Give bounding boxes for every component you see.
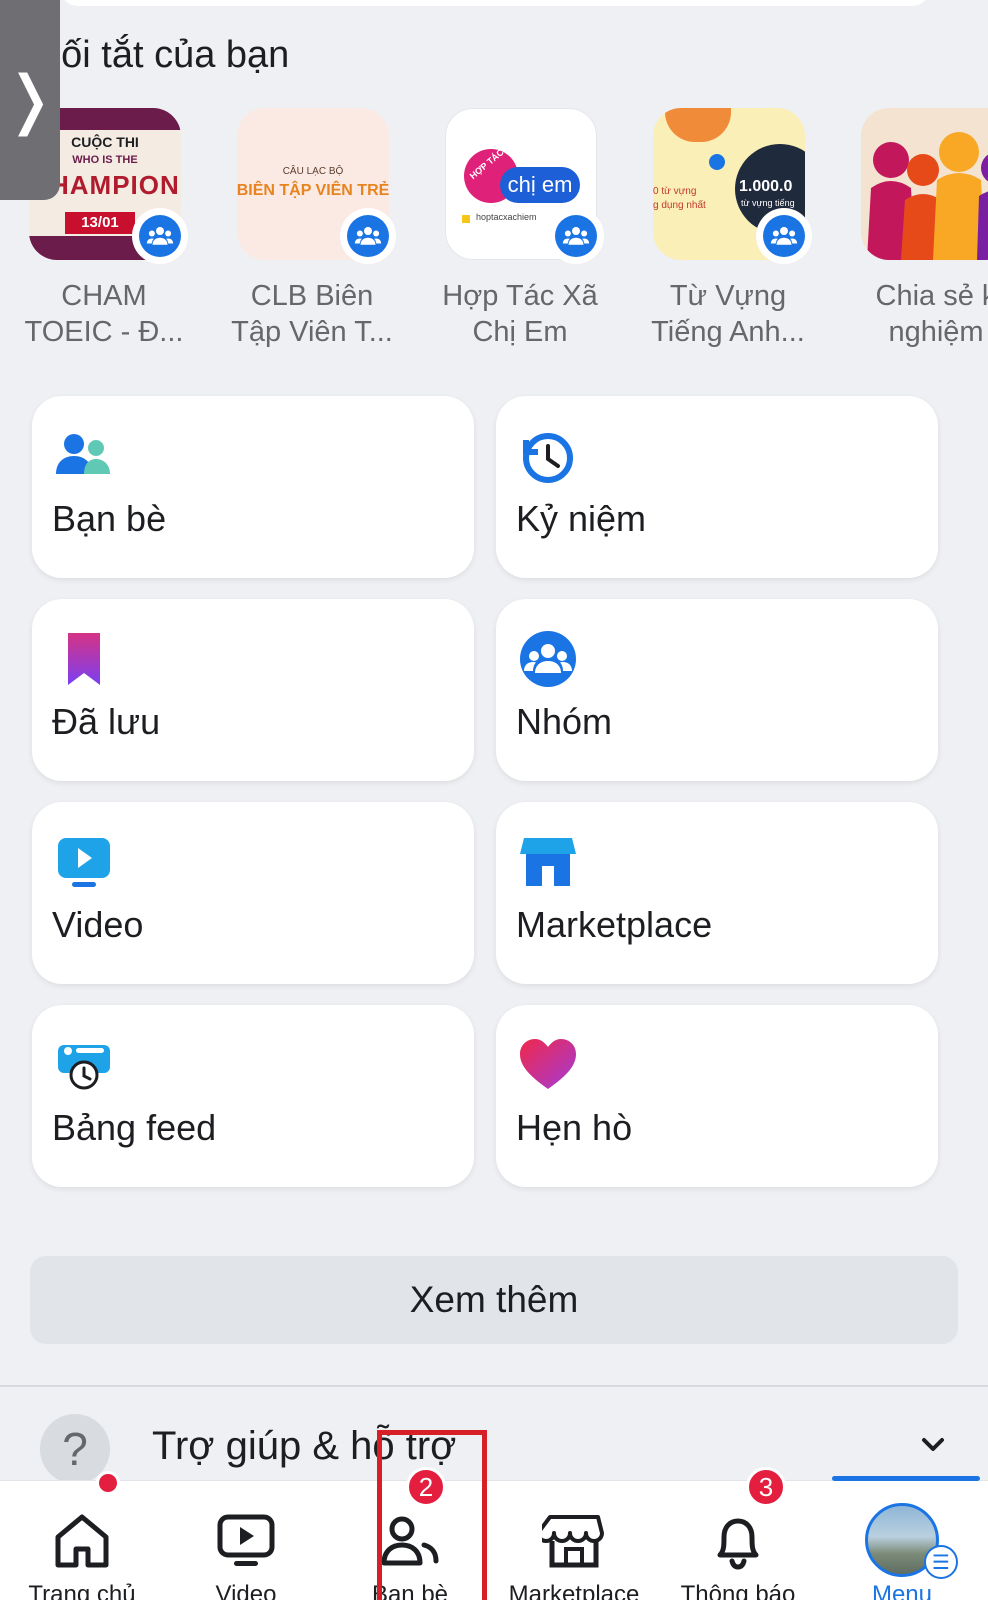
thumb-text: 13/01 xyxy=(65,212,135,234)
dating-heart-icon xyxy=(520,1039,576,1089)
shortcut-label: Hợp Tác Xã Chị Em xyxy=(442,280,598,348)
menu-card-groups[interactable]: Nhóm xyxy=(496,599,938,781)
menu-label: Bảng feed xyxy=(52,1107,217,1148)
annotation-highlight-box xyxy=(377,1430,487,1600)
thumb-text: CÂU LẠC BỘ xyxy=(282,166,344,177)
bell-icon xyxy=(717,1518,759,1570)
feeds-icon xyxy=(58,1045,110,1090)
group-badge-icon xyxy=(132,208,188,264)
video-icon xyxy=(58,838,110,887)
tab-menu[interactable]: ☰ Menu xyxy=(820,1481,984,1600)
menu-lines-icon: ☰ xyxy=(924,1545,958,1579)
chevron-right-icon: ❭ xyxy=(3,63,57,137)
home-notification-dot xyxy=(96,1471,120,1495)
groups-icon xyxy=(520,631,576,687)
tab-label: Menu xyxy=(871,1581,933,1600)
tab-marketplace[interactable]: Marketplace xyxy=(492,1481,656,1600)
thumb-text: 1.000.0 xyxy=(739,178,793,195)
group-badge-icon xyxy=(548,208,604,264)
menu-label: Đã lưu xyxy=(52,701,161,742)
tab-label: Trang chủ xyxy=(28,1581,136,1600)
friends-icon xyxy=(56,434,110,474)
notifications-badge: 3 xyxy=(746,1467,786,1507)
thumb-text: 0 từ vựng xyxy=(653,186,697,197)
thumb-text: chị em xyxy=(500,167,580,203)
marketplace-tab-icon xyxy=(542,1515,604,1568)
shortcut-thumbnail xyxy=(861,108,988,260)
menu-card-marketplace[interactable]: Marketplace xyxy=(496,802,938,984)
people-silhouettes-icon xyxy=(867,132,988,260)
group-badge-icon xyxy=(340,208,396,264)
thumb-text: hoptacxachiem xyxy=(476,212,537,222)
menu-card-feeds[interactable]: Bảng feed xyxy=(32,1005,474,1187)
thumb-text: từ vựng tiếng xyxy=(741,198,795,208)
menu-card-friends[interactable]: Bạn bè xyxy=(32,396,474,578)
menu-card-dating[interactable]: Hẹn hò xyxy=(496,1005,938,1187)
tab-label: Marketplace xyxy=(508,1581,640,1600)
help-support-row[interactable]: ? Trợ giúp & hỗ trợ xyxy=(0,1400,988,1484)
menu-label: Bạn bè xyxy=(52,498,167,539)
shortcut-label: Từ Vựng Tiếng Anh... xyxy=(651,280,805,348)
home-icon xyxy=(55,1514,109,1568)
tab-home[interactable]: Trang chủ xyxy=(0,1471,164,1600)
thumb-text: g dụng nhất xyxy=(653,200,706,211)
active-tab-indicator xyxy=(832,1476,980,1481)
see-more-button[interactable]: Xem thêm xyxy=(30,1256,958,1344)
tab-label: Video xyxy=(215,1581,277,1600)
bottom-tab-bar: Trang chủ Video 2 Bạn bè Marketplace 3 T… xyxy=(0,1467,988,1600)
shortcut-label: CLB Biên Tập Viên T... xyxy=(231,280,393,348)
marketplace-store-icon xyxy=(520,838,576,886)
chevron-down-icon xyxy=(922,1438,944,1451)
tab-video[interactable]: Video xyxy=(164,1481,328,1600)
menu-label: Nhóm xyxy=(516,701,613,742)
video-tab-icon xyxy=(217,1514,275,1566)
thumb-text: BIÊN TẬP VIÊN TRẺ xyxy=(237,182,389,199)
shortcut-label: Chia sẻ k nghiệm xyxy=(875,280,988,348)
menu-label: Video xyxy=(52,904,144,945)
shortcuts-title: Lối tắt của bạn xyxy=(40,34,290,76)
menu-card-memories[interactable]: Kỷ niệm xyxy=(496,396,938,578)
menu-card-saved[interactable]: Đã lưu xyxy=(32,599,474,781)
search-pill xyxy=(60,0,930,6)
menu-card-video[interactable]: Video xyxy=(32,802,474,984)
tab-label: Thông báo xyxy=(680,1581,796,1600)
group-badge-icon xyxy=(756,208,812,264)
menu-label: Kỷ niệm xyxy=(516,498,647,539)
tab-notifications[interactable]: 3 Thông báo xyxy=(656,1467,820,1600)
menu-label: Hẹn hò xyxy=(516,1107,633,1148)
saved-bookmark-icon xyxy=(68,633,100,685)
memories-clock-icon xyxy=(523,433,573,483)
shortcut-label: CHAM TOEIC - Đ... xyxy=(24,280,184,348)
shortcuts-row: CUỘC THI WHO IS THE CHAMPION 13/01 CHAM T… xyxy=(0,108,988,368)
menu-label: Marketplace xyxy=(516,904,713,945)
side-panel-handle[interactable]: ❭ xyxy=(0,0,60,200)
section-divider xyxy=(0,1385,988,1387)
